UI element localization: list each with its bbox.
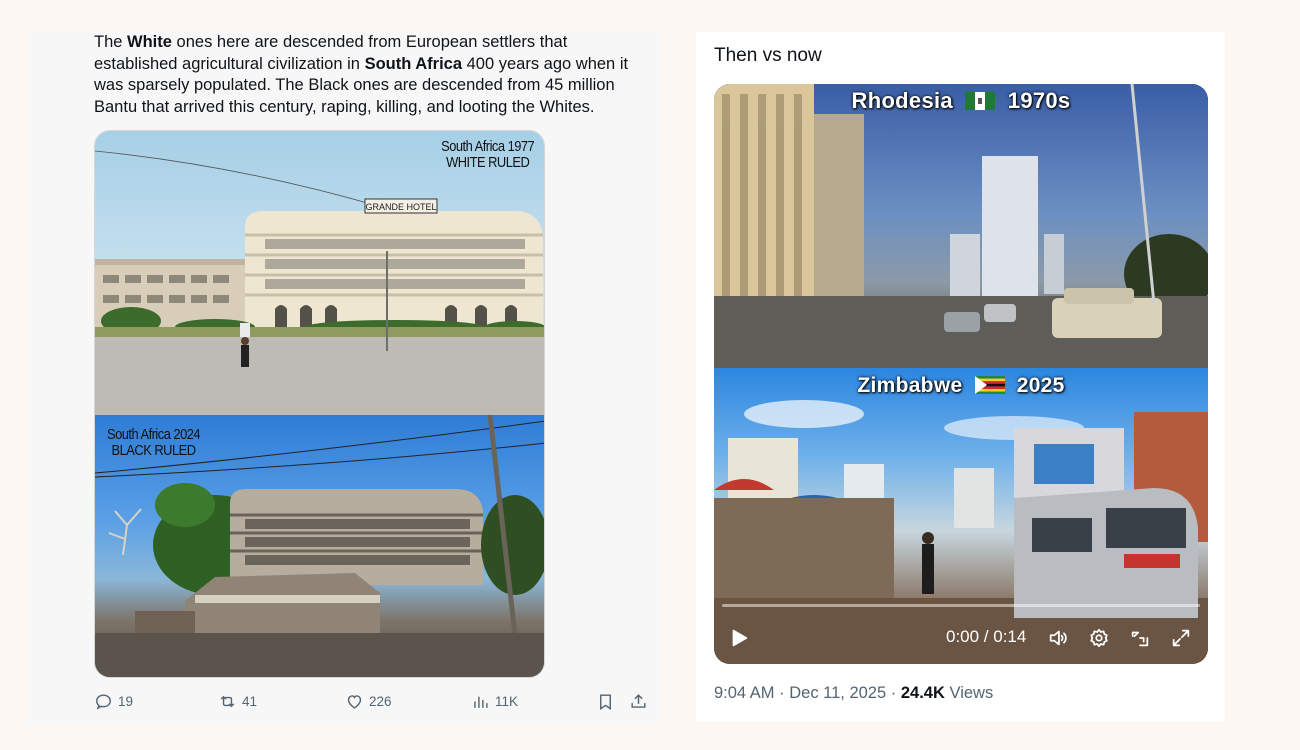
photo-2024: South Africa 2024 BLACK RULED [95, 415, 544, 677]
reply-button[interactable]: 19 [94, 692, 133, 711]
left-tweet-text: The White ones here are descended from E… [94, 32, 654, 118]
repost-icon [220, 695, 235, 708]
text-bold: White [127, 33, 172, 51]
caption-country: Zimbabwe [857, 374, 963, 397]
volume-icon [1049, 630, 1067, 646]
zimbabwe-street-illustration [714, 400, 1208, 664]
rhodesia-street-illustration [714, 84, 1208, 368]
right-tweet-text: Then vs now [714, 45, 822, 66]
like-icon [347, 695, 362, 709]
tweet-time[interactable]: 9:04 AM [714, 684, 775, 702]
video-caption-bottom: Zimbabwe 2025 [714, 374, 1208, 398]
fullscreen-button[interactable] [1170, 624, 1192, 652]
photo-1977-caption: South Africa 1977 WHITE RULED [440, 138, 535, 171]
volume-button[interactable] [1047, 624, 1069, 652]
bookmark-icon [600, 694, 611, 710]
caption-year: 1970s [1007, 88, 1071, 113]
video-caption-top: Rhodesia 1970s [714, 88, 1208, 114]
left-tweet-image[interactable]: GRANDE HOTEL South Africa 1977 WHITE RUL… [94, 130, 545, 678]
meta-separator: · [890, 684, 901, 702]
views-label: Views [949, 684, 994, 702]
views-count: 24.4K [900, 684, 945, 702]
caption-country: Rhodesia [851, 88, 953, 113]
like-count: 226 [369, 694, 392, 709]
pip-button[interactable] [1129, 624, 1151, 652]
photo-1977: GRANDE HOTEL South Africa 1977 WHITE RUL… [95, 131, 544, 415]
video-player[interactable]: Rhodesia 1970s Zimbabwe 2025 0:00 / 0:14 [714, 84, 1208, 664]
play-icon [732, 629, 748, 647]
tweet-date[interactable]: Dec 11, 2025 [789, 684, 886, 702]
play-button[interactable] [728, 624, 750, 652]
views-button[interactable]: 11K [471, 692, 518, 711]
hotel-1977-illustration: GRANDE HOTEL [95, 150, 544, 415]
right-tweet-card: Then vs now Rhodesia 1970s Zimbabwe 2025… [696, 32, 1225, 722]
text-bold: South Africa [364, 54, 463, 73]
caption-line: WHITE RULED [445, 154, 530, 171]
reply-count: 19 [118, 694, 134, 709]
repost-button[interactable]: 41 [218, 692, 257, 711]
fullscreen-icon [1172, 629, 1190, 647]
share-icon [631, 694, 646, 708]
left-tweet-actions: 19 41 226 11K [94, 692, 654, 714]
left-tweet-card: The White ones here are descended from E… [27, 32, 659, 724]
bookmark-button[interactable] [596, 692, 615, 711]
photo-2024-caption: South Africa 2024 BLACK RULED [107, 426, 201, 459]
meta-separator: · [779, 684, 790, 702]
caption-line: South Africa 2024 [107, 426, 201, 443]
text-part: The [94, 33, 128, 51]
repost-count: 41 [242, 694, 258, 709]
reply-icon [96, 694, 111, 710]
like-button[interactable]: 226 [345, 692, 392, 711]
views-icon [474, 696, 488, 708]
settings-button[interactable] [1088, 624, 1110, 652]
views-count: 11K [495, 694, 519, 709]
rhodesia-flag-icon [965, 92, 996, 110]
settings-icon [1090, 628, 1108, 648]
zimbabwe-flag-icon [974, 376, 1005, 394]
video-scene-rhodesia: Rhodesia 1970s [714, 84, 1208, 368]
share-button[interactable] [629, 692, 648, 711]
tweet-meta: 9:04 AM · Dec 11, 2025 · 24.4K Views [714, 684, 993, 703]
video-timecode: 0:00 / 0:14 [946, 627, 1027, 646]
pip-icon [1131, 631, 1149, 647]
video-progress-bar[interactable] [722, 604, 1200, 607]
hotel-sign-text: GRANDE HOTEL [365, 202, 436, 212]
caption-year: 2025 [1016, 374, 1065, 397]
caption-line: BLACK RULED [111, 442, 196, 459]
video-scene-zimbabwe: Zimbabwe 2025 [714, 368, 1208, 664]
caption-line: South Africa 1977 [440, 138, 535, 155]
video-controls: 0:00 / 0:14 [714, 624, 1208, 656]
